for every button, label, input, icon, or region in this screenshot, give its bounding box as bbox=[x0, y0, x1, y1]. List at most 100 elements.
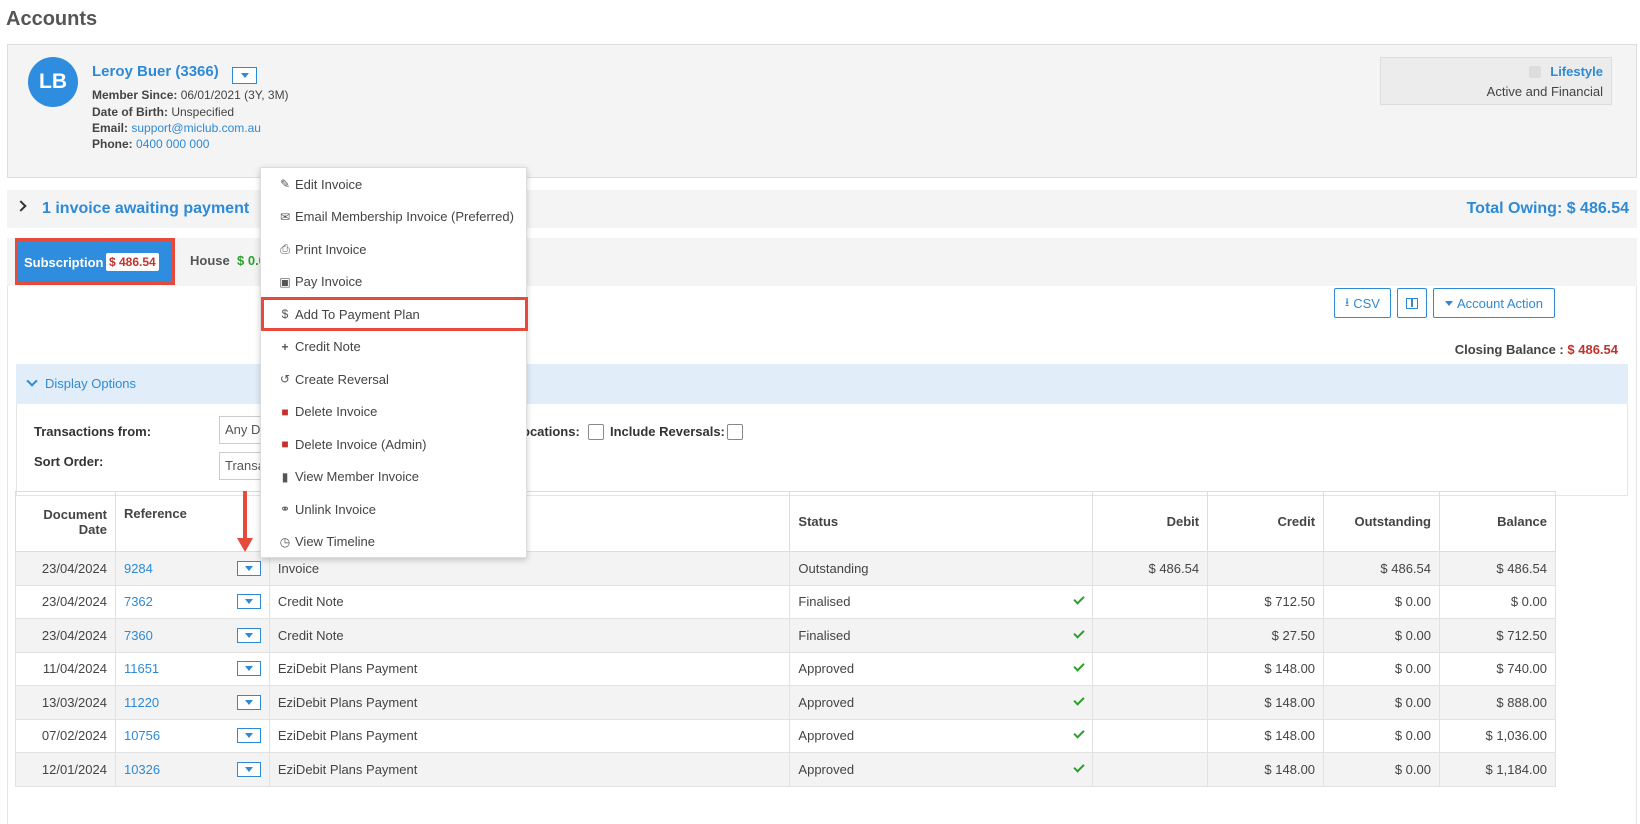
cell-status: Outstanding bbox=[789, 551, 1094, 586]
caret-down-icon bbox=[244, 599, 253, 605]
menu-item-email-invoice[interactable]: ✉ Email Membership Invoice (Preferred) bbox=[261, 201, 526, 233]
table-row[interactable]: 23/04/2024 9284 Invoice Outstanding $ 48… bbox=[15, 551, 1556, 586]
reference-link[interactable]: 10326 bbox=[124, 762, 160, 777]
member-panel: LB Leroy Buer (3366) Member Since: 06/01… bbox=[7, 44, 1637, 178]
cell-status: Approved bbox=[789, 752, 1094, 787]
show-allocations-checkbox[interactable] bbox=[588, 424, 604, 440]
check-icon bbox=[1073, 694, 1085, 706]
menu-item-print-invoice[interactable]: ⎙ Print Invoice bbox=[261, 233, 526, 265]
cell-date: 23/04/2024 bbox=[15, 618, 116, 653]
cell-balance: $ 740.00 bbox=[1439, 651, 1556, 686]
menu-item-view-member-invoice[interactable]: ▮ View Member Invoice bbox=[261, 461, 526, 493]
cell-description: EziDebit Plans Payment bbox=[268, 651, 791, 686]
menu-item-view-timeline[interactable]: ◷ View Timeline bbox=[261, 526, 526, 558]
row-actions-dropdown[interactable] bbox=[236, 594, 261, 610]
col-document-date[interactable]: Document Date bbox=[15, 491, 116, 552]
col-debit[interactable]: Debit bbox=[1092, 491, 1209, 552]
table-row[interactable]: 23/04/2024 7362 Credit Note Finalised $ … bbox=[15, 584, 1556, 619]
row-actions-dropdown[interactable] bbox=[236, 661, 261, 677]
cell-credit: $ 712.50 bbox=[1207, 584, 1325, 619]
col-outstanding[interactable]: Outstanding bbox=[1323, 491, 1440, 552]
caret-down-icon bbox=[244, 766, 253, 772]
invoice-awaiting-bar[interactable]: 1 invoice awaiting payment Total Owing: … bbox=[7, 190, 1637, 228]
annotation-arrow-line bbox=[243, 491, 247, 541]
menu-item-credit-note[interactable]: + Credit Note bbox=[261, 331, 526, 363]
menu-item-pay-invoice[interactable]: ▣ Pay Invoice bbox=[261, 266, 526, 298]
reference-link[interactable]: 11651 bbox=[124, 661, 159, 676]
col-credit[interactable]: Credit bbox=[1207, 491, 1325, 552]
row-actions-dropdown[interactable] bbox=[236, 560, 261, 576]
check-icon bbox=[1073, 761, 1085, 773]
cell-outstanding: $ 0.00 bbox=[1323, 718, 1440, 753]
member-email: Email: support@miclub.com.au bbox=[92, 121, 261, 135]
table-row[interactable]: 12/01/2024 10326 EziDebit Plans Payment … bbox=[15, 752, 1556, 787]
check-icon bbox=[1073, 593, 1085, 605]
cell-balance: $ 712.50 bbox=[1439, 618, 1556, 653]
cell-balance: $ 888.00 bbox=[1439, 685, 1556, 720]
row-actions-dropdown[interactable] bbox=[236, 728, 261, 744]
account-action-button[interactable]: Account Action bbox=[1433, 288, 1555, 318]
cell-balance: $ 1,184.00 bbox=[1439, 752, 1556, 787]
table-row[interactable]: 07/02/2024 10756 EziDebit Plans Payment … bbox=[15, 718, 1556, 753]
undo-icon: ↺ bbox=[279, 372, 291, 386]
cell-balance: $ 0.00 bbox=[1439, 584, 1556, 619]
category-color-swatch bbox=[1529, 66, 1541, 78]
caret-down-icon bbox=[240, 73, 249, 78]
email-link[interactable]: support@miclub.com.au bbox=[131, 121, 261, 135]
member-status: Active and Financial bbox=[1486, 84, 1603, 99]
pencil-icon: ✎ bbox=[279, 177, 291, 191]
menu-item-edit-invoice[interactable]: ✎ Edit Invoice bbox=[261, 168, 526, 200]
category-link[interactable]: Lifestyle bbox=[1550, 64, 1603, 79]
cell-reference: 7360 bbox=[114, 618, 270, 653]
cell-reference: 11651 bbox=[114, 651, 270, 686]
invoice-awaiting-text[interactable]: 1 invoice awaiting payment bbox=[42, 200, 249, 218]
reference-link[interactable]: 10756 bbox=[124, 728, 160, 743]
trash-icon: ■ bbox=[281, 404, 289, 419]
download-icon: ⭳ bbox=[1345, 294, 1350, 309]
chevron-down-icon bbox=[26, 375, 38, 387]
cell-description: EziDebit Plans Payment bbox=[268, 752, 791, 787]
row-actions-dropdown[interactable] bbox=[236, 627, 261, 643]
cell-outstanding: $ 0.00 bbox=[1323, 584, 1440, 619]
sort-order-label: Sort Order: bbox=[34, 454, 104, 469]
row-actions-dropdown[interactable] bbox=[236, 694, 261, 710]
table-row[interactable]: 23/04/2024 7360 Credit Note Finalised $ … bbox=[15, 618, 1556, 653]
cell-debit bbox=[1092, 651, 1209, 686]
row-actions-dropdown[interactable] bbox=[236, 761, 261, 777]
tab-subscription[interactable]: Subscription $ 486.54 bbox=[15, 238, 175, 285]
columns-toggle-button[interactable] bbox=[1397, 288, 1427, 318]
caret-down-icon bbox=[244, 666, 253, 672]
cell-outstanding: $ 486.54 bbox=[1323, 551, 1440, 586]
reference-link[interactable]: 7362 bbox=[124, 594, 153, 609]
display-options-body: Transactions from: Any Date Sort Order: … bbox=[16, 404, 1628, 496]
cell-status: Finalised bbox=[789, 584, 1094, 619]
menu-item-delete-invoice[interactable]: ■ Delete Invoice bbox=[261, 396, 526, 428]
include-reversals-checkbox[interactable] bbox=[727, 424, 743, 440]
avatar: LB bbox=[28, 57, 78, 107]
phone-link[interactable]: 0400 000 000 bbox=[136, 137, 209, 151]
reference-link[interactable]: 9284 bbox=[124, 561, 153, 576]
member-since: Member Since: 06/01/2021 (3Y, 3M) bbox=[92, 88, 289, 102]
tab-house[interactable]: House bbox=[190, 253, 230, 268]
member-dropdown-button[interactable] bbox=[232, 67, 257, 84]
csv-button[interactable]: ⭳ CSV bbox=[1334, 288, 1391, 318]
reference-link[interactable]: 7360 bbox=[124, 628, 153, 643]
col-status[interactable]: Status bbox=[789, 491, 1094, 552]
menu-item-delete-invoice-admin[interactable]: ■ Delete Invoice (Admin) bbox=[261, 428, 526, 460]
menu-item-unlink-invoice[interactable]: ⚭ Unlink Invoice bbox=[261, 493, 526, 525]
cell-description: Credit Note bbox=[268, 584, 791, 619]
menu-item-add-to-payment-plan[interactable]: $ Add To Payment Plan bbox=[261, 297, 528, 331]
cell-reference: 7362 bbox=[114, 584, 270, 619]
col-balance[interactable]: Balance bbox=[1439, 491, 1556, 552]
table-row[interactable]: 11/04/2024 11651 EziDebit Plans Payment … bbox=[15, 651, 1556, 686]
page-title: Accounts bbox=[6, 8, 98, 30]
reference-link[interactable]: 11220 bbox=[124, 695, 159, 710]
menu-item-create-reversal[interactable]: ↺ Create Reversal bbox=[261, 363, 526, 395]
member-name-link[interactable]: Leroy Buer (3366) bbox=[92, 63, 219, 80]
check-icon bbox=[1073, 727, 1085, 739]
cell-outstanding: $ 0.00 bbox=[1323, 685, 1440, 720]
display-options-toggle[interactable]: Display Options bbox=[16, 364, 1628, 404]
cell-description: EziDebit Plans Payment bbox=[268, 718, 791, 753]
cell-credit: $ 27.50 bbox=[1207, 618, 1325, 653]
table-row[interactable]: 13/03/2024 11220 EziDebit Plans Payment … bbox=[15, 685, 1556, 720]
